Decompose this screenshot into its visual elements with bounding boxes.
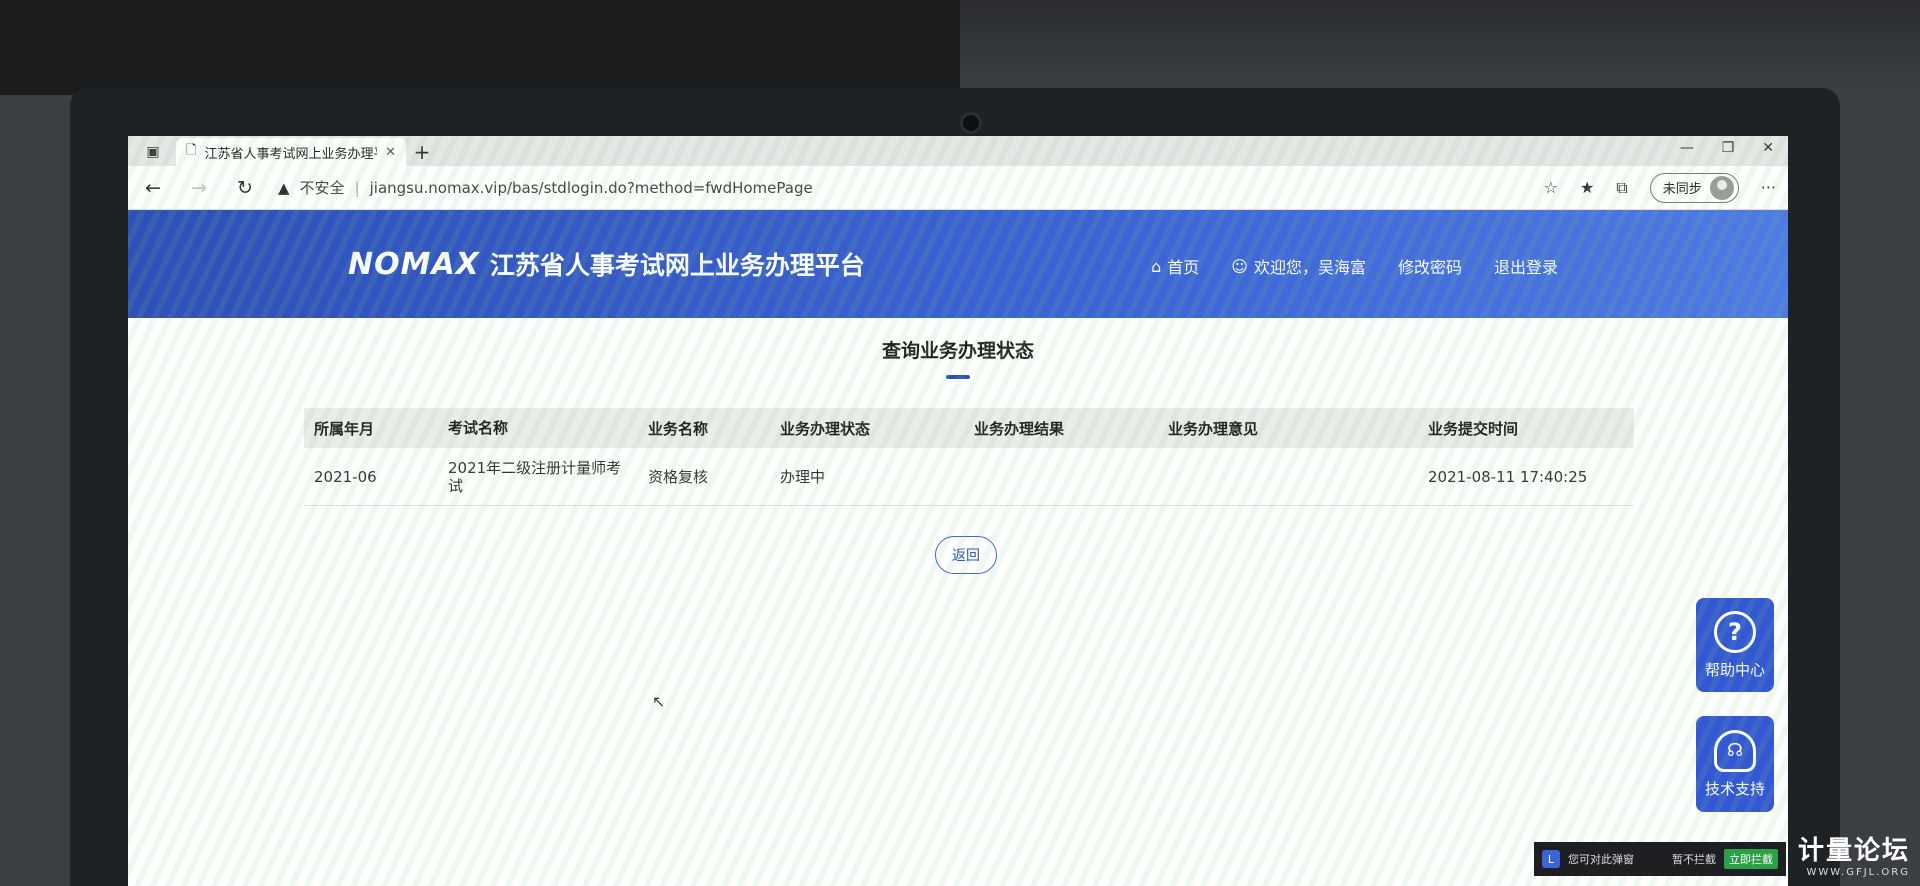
help-center-label: 帮助中心: [1704, 660, 1765, 679]
cell-status: 办理中: [780, 468, 826, 486]
sync-label: 未同步: [1662, 182, 1702, 197]
favorites-icon[interactable]: ★: [1580, 178, 1594, 197]
col-result: 业务办理结果: [974, 419, 1065, 438]
laptop-screen: ▣ 🗋 江苏省人事考试网上业务办理平台 ✕ + — ❐ ✕ ← → ↻ ▲ 不安…: [128, 136, 1788, 886]
browser-tab[interactable]: 🗋 江苏省人事考试网上业务办理平台 ✕: [176, 138, 406, 166]
nav-home[interactable]: ⌂ 首页: [1151, 254, 1199, 278]
cell-month: 2021-06: [314, 467, 377, 486]
site-title: 江苏省人事考试网上业务办理平台: [489, 251, 865, 280]
watermark: 计量论坛 WWW.GFJL.ORG: [1798, 830, 1910, 878]
url-separator: |: [354, 178, 360, 197]
workspaces-icon[interactable]: ▣: [136, 138, 170, 166]
home-icon: ⌂: [1151, 256, 1162, 276]
nav-user[interactable]: ☺ 欢迎您，吴海富: [1231, 254, 1366, 278]
url-field[interactable]: ▲ 不安全 | jiangsu.nomax.vip/bas/stdlogin.d…: [278, 177, 1524, 198]
nav-change-password[interactable]: 修改密码: [1398, 254, 1462, 278]
warning-icon: ▲: [278, 178, 290, 197]
question-icon: ?: [1714, 610, 1756, 653]
refresh-icon[interactable]: ↻: [232, 177, 258, 199]
cell-exam: 2021年二级注册计量师考试: [448, 458, 622, 495]
popup-logo-icon: L: [1542, 850, 1560, 868]
tab-bar: ▣ 🗋 江苏省人事考试网上业务办理平台 ✕ + — ❐ ✕: [128, 136, 1788, 166]
col-status: 业务办理状态: [780, 419, 871, 438]
user-icon: ☺: [1231, 256, 1248, 276]
status-table: 所属年月 考试名称 业务名称 业务办理状态 业务办理结果 业务办理意见 业务提交…: [304, 408, 1634, 506]
cell-submit-time: 2021-08-11 17:40:25: [1428, 467, 1588, 486]
security-status: 不安全: [299, 179, 345, 197]
nav-change-password-label: 修改密码: [1397, 258, 1462, 277]
url-text: jiangsu.nomax.vip/bas/stdlogin.do?method…: [369, 178, 813, 197]
cell-business: 资格复核: [648, 468, 709, 486]
mouse-cursor-icon: ↖: [652, 692, 666, 711]
popup-block-button[interactable]: 立即拦截: [1724, 849, 1778, 869]
browser-toolbar: ☆ ★ ⧉ 未同步 ···: [1544, 172, 1776, 203]
avatar: [1709, 175, 1734, 200]
site-header: NOMAX 江苏省人事考试网上业务办理平台 ⌂ 首页 ☺ 欢迎您，吴海富 修改密…: [128, 210, 1788, 318]
tech-support-label: 技术支持: [1704, 779, 1765, 798]
forward-icon[interactable]: →: [186, 177, 212, 199]
page-title: 查询业务办理状态: [881, 340, 1034, 362]
collections-icon[interactable]: ⧉: [1616, 178, 1627, 198]
webcam: [960, 112, 982, 134]
tab-title: 江苏省人事考试网上业务办理平台: [204, 146, 377, 162]
col-submit-time: 业务提交时间: [1428, 419, 1519, 438]
background-monitor: [0, 0, 960, 95]
close-window-icon[interactable]: ✕: [1762, 140, 1774, 156]
col-business: 业务名称: [648, 419, 709, 438]
site-logo[interactable]: NOMAX: [348, 247, 480, 282]
address-bar: ← → ↻ ▲ 不安全 | jiangsu.nomax.vip/bas/stdl…: [128, 166, 1788, 210]
nav-home-label: 首页: [1167, 258, 1200, 277]
new-tab-icon[interactable]: +: [406, 138, 438, 166]
minimize-icon[interactable]: —: [1680, 140, 1694, 156]
table-row: 2021-06 2021年二级注册计量师考试 资格复核 办理中 2021-08-…: [304, 448, 1634, 506]
col-exam: 考试名称: [448, 419, 509, 437]
room-background: [0, 0, 1920, 95]
table-header: 所属年月 考试名称 业务名称 业务办理状态 业务办理结果 业务办理意见 业务提交…: [304, 408, 1634, 448]
popup-text: 您可对此弹窗: [1568, 853, 1634, 866]
maximize-icon[interactable]: ❐: [1722, 140, 1735, 156]
tech-support-button[interactable]: ☊ 技术支持: [1696, 716, 1774, 812]
help-center-button[interactable]: ? 帮助中心: [1696, 598, 1774, 692]
headset-icon: ☊: [1714, 729, 1756, 772]
profile-sync-button[interactable]: 未同步: [1649, 172, 1739, 203]
col-month: 所属年月: [314, 419, 375, 438]
nav-logout[interactable]: 退出登录: [1494, 254, 1558, 278]
site-nav: ⌂ 首页 ☺ 欢迎您，吴海富 修改密码 退出登录: [1151, 254, 1558, 278]
watermark-sub: WWW.GFJL.ORG: [1806, 867, 1910, 878]
popup-notification: L 您可对此弹窗 暂不拦截 立即拦截: [1534, 842, 1786, 876]
more-menu-icon[interactable]: ···: [1761, 178, 1776, 197]
watermark-main: 计量论坛: [1797, 836, 1910, 866]
add-favorite-icon[interactable]: ☆: [1544, 178, 1558, 197]
nav-logout-label: 退出登录: [1493, 258, 1558, 277]
popup-dismiss-button[interactable]: 暂不拦截: [1672, 851, 1716, 867]
col-opinion: 业务办理意见: [1168, 419, 1259, 438]
back-button[interactable]: 返回: [935, 536, 997, 574]
page-icon: 🗋: [186, 143, 197, 158]
title-underline: [946, 375, 970, 379]
window-controls: — ❐ ✕: [1680, 140, 1774, 156]
back-icon[interactable]: ←: [140, 177, 166, 199]
close-tab-icon[interactable]: ✕: [385, 145, 396, 160]
nav-welcome-label: 欢迎您，吴海富: [1253, 258, 1366, 277]
